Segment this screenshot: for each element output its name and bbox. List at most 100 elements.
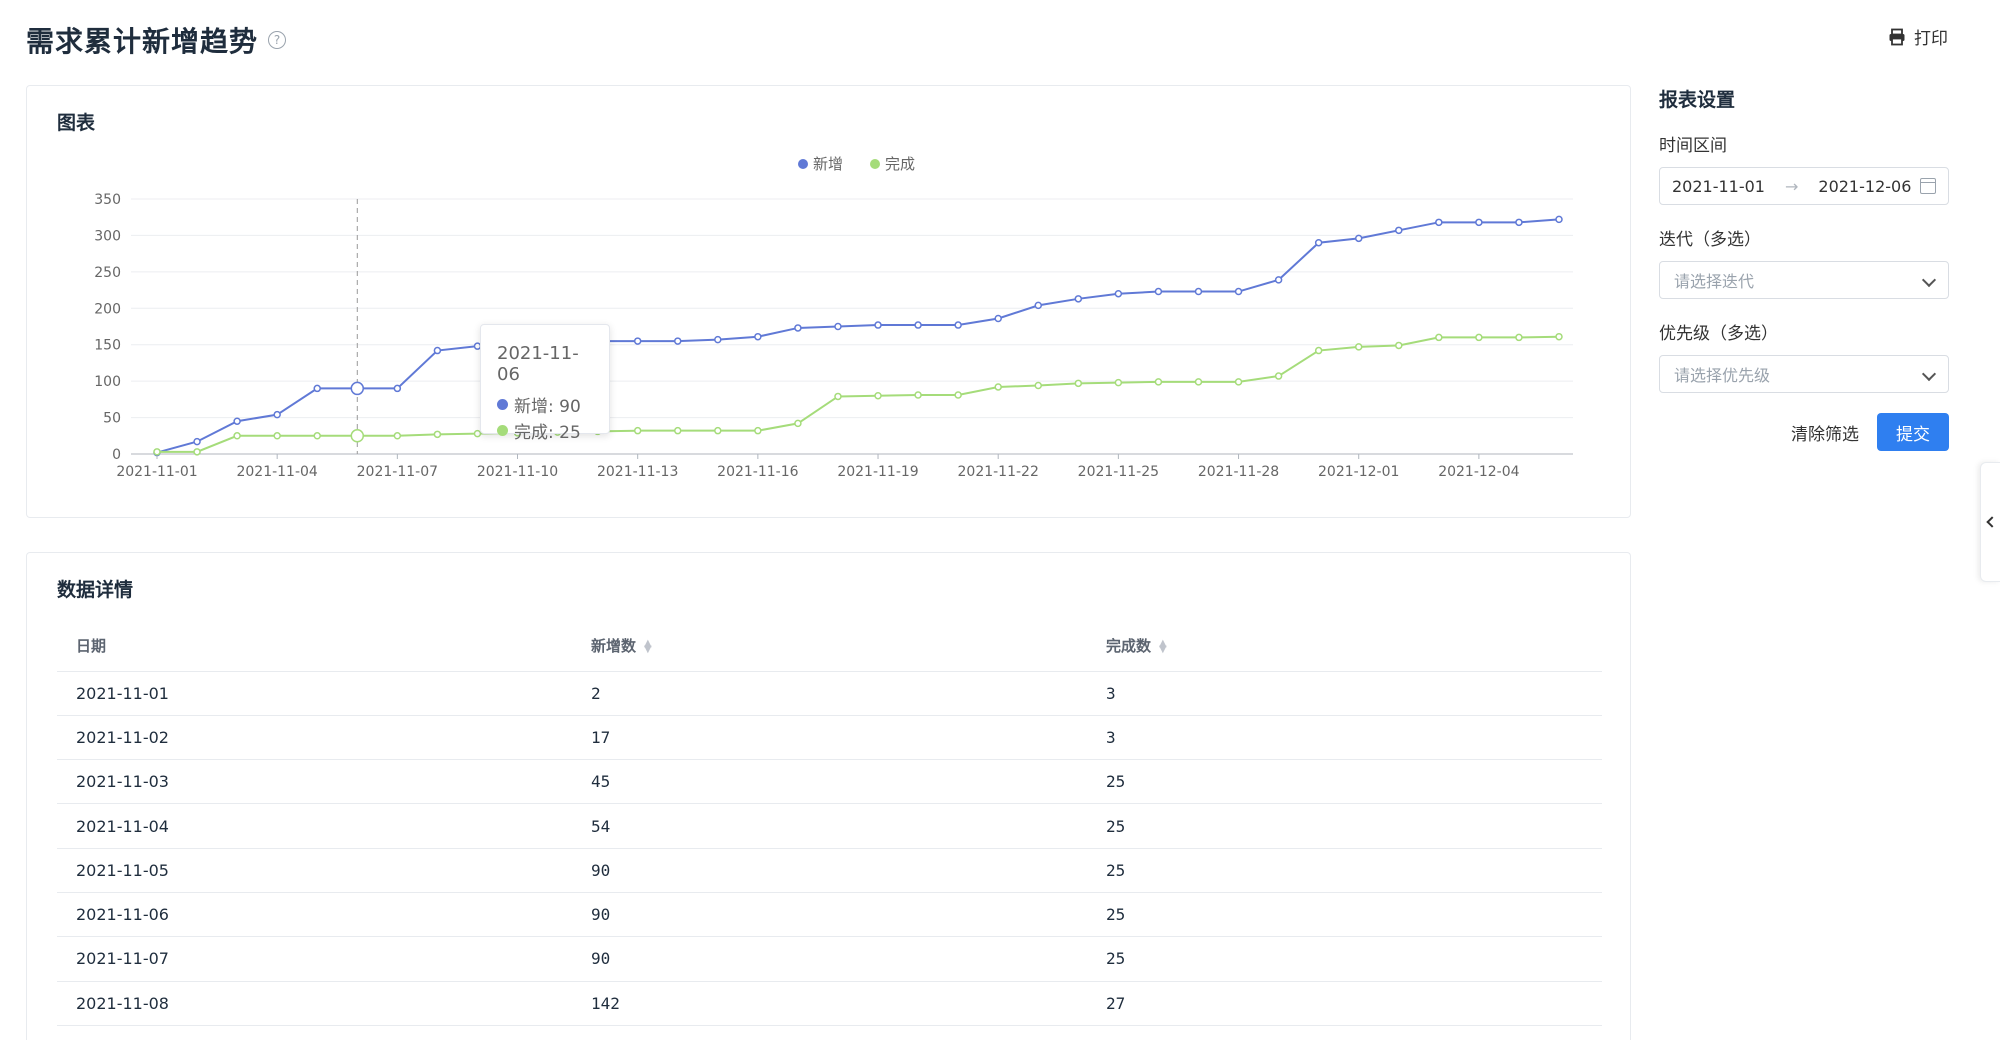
cell-new: 17	[572, 715, 1087, 761]
cell-date: 2021-11-06	[57, 892, 572, 938]
data-point	[433, 430, 442, 439]
trend-chart[interactable]: 0 50 100 150 200 250 300 350 2021-11-01 2021-11-0…	[27, 86, 1632, 519]
data-point	[874, 391, 882, 400]
column-header-new[interactable]: 新增数 ▲ ▼	[572, 621, 1087, 672]
cell-done: 28	[1087, 1025, 1602, 1040]
y-tick-label: 200	[94, 301, 121, 317]
x-tick-label: 2021-11-19	[837, 464, 918, 480]
data-point	[1074, 379, 1083, 388]
data-point	[350, 429, 365, 443]
data-point	[433, 346, 442, 355]
sort-icon[interactable]: ▲ ▼	[644, 638, 652, 654]
y-tick-label: 150	[94, 338, 121, 354]
table-row: 2021-11-0914828	[57, 1025, 1602, 1040]
cell-new: 2	[572, 671, 1087, 716]
calendar-icon[interactable]	[1920, 178, 1936, 194]
x-tick-label: 2021-11-16	[717, 464, 798, 480]
data-point	[193, 437, 201, 446]
x-tick-label: 2021-11-10	[477, 464, 558, 480]
cell-date: 2021-11-05	[57, 848, 572, 893]
data-point	[714, 335, 722, 344]
column-header-date: 日期	[57, 621, 572, 672]
data-point	[1194, 378, 1203, 386]
x-tick-label: 2021-11-04	[236, 464, 317, 480]
report-settings-panel: 报表设置 时间区间 2021-11-01 → 2021-12-06 迭代（多选）…	[1659, 85, 1949, 451]
cell-new: 90	[572, 892, 1087, 938]
data-point	[1395, 226, 1403, 235]
priority-select[interactable]: 请选择优先级	[1659, 355, 1949, 393]
arrow-right-icon: →	[1784, 176, 1799, 196]
settings-title: 报表设置	[1659, 89, 1736, 111]
x-tick-label: 2021-11-28	[1198, 464, 1279, 480]
data-point	[754, 426, 762, 435]
data-point	[834, 392, 842, 401]
data-point	[393, 432, 402, 440]
help-icon[interactable]: ?	[268, 31, 287, 49]
data-point	[1354, 343, 1363, 351]
data-point	[193, 448, 201, 456]
chevron-down-icon	[1921, 366, 1937, 382]
y-tick-label: 250	[94, 265, 121, 281]
tooltip-row-done: 完成: 25	[497, 417, 593, 443]
data-point	[1555, 215, 1563, 224]
iteration-label: 迭代（多选）	[1659, 230, 1761, 250]
data-point	[1395, 341, 1403, 350]
column-header-done[interactable]: 完成数 ▲ ▼	[1087, 621, 1602, 672]
tooltip-value-done: 完成: 25	[514, 422, 581, 443]
data-point	[1475, 333, 1483, 342]
settings-actions: 清除筛选 提交	[1659, 413, 1949, 451]
data-point	[1114, 378, 1123, 387]
cell-new: 148	[572, 1025, 1087, 1040]
data-point	[393, 384, 402, 393]
cell-date: 2021-11-08	[57, 981, 572, 1026]
tooltip-dot-done	[497, 424, 508, 436]
series-line-1	[157, 335, 1560, 453]
page-title: 需求累计新增趋势	[26, 25, 259, 58]
cell-done: 25	[1087, 803, 1602, 849]
y-tick-label: 100	[94, 374, 121, 390]
data-point	[313, 432, 321, 440]
legend-marker	[798, 159, 808, 169]
cell-done: 3	[1087, 715, 1602, 761]
iteration-select[interactable]: 请选择迭代	[1659, 261, 1949, 299]
cell-done: 25	[1087, 848, 1602, 893]
data-point	[1475, 218, 1483, 227]
end-date-input[interactable]: 2021-12-06	[1818, 177, 1911, 196]
sort-icon[interactable]: ▲ ▼	[1159, 638, 1167, 654]
x-tick-label: 2021-12-01	[1318, 464, 1399, 480]
legend-marker	[870, 159, 880, 169]
x-tick-label: 2021-11-07	[357, 464, 438, 480]
x-tick-label: 2021-11-13	[597, 464, 678, 480]
cell-done: 25	[1087, 759, 1602, 805]
data-point	[273, 432, 281, 440]
table-row: 2021-11-01 2 3	[57, 671, 1602, 716]
table-header-row: 日期 新增数 ▲ ▼ 完成数 ▲ ▼	[57, 621, 1602, 672]
y-tick-label: 350	[94, 192, 121, 208]
data-point	[673, 337, 682, 345]
data-point	[673, 426, 682, 435]
data-point	[233, 417, 241, 425]
collapse-panel-tab[interactable]	[1980, 462, 2000, 582]
table-row: 2021-11-07 90 25	[57, 936, 1602, 982]
data-point	[1234, 378, 1243, 386]
data-point	[1074, 295, 1083, 303]
data-point	[1515, 218, 1523, 227]
submit-button[interactable]: 提交	[1877, 413, 1949, 451]
data-point	[1274, 372, 1283, 380]
data-point	[1194, 287, 1203, 296]
page-header: 需求累计新增趋势 ?	[26, 18, 287, 62]
table-row: 2021-11-08 142 27	[57, 981, 1602, 1026]
data-point	[273, 410, 281, 419]
start-date-input[interactable]: 2021-11-01	[1672, 177, 1765, 196]
clear-filter-button[interactable]: 清除筛选	[1791, 420, 1859, 445]
data-point	[313, 384, 321, 393]
table-row: 2021-11-06 90 25	[57, 892, 1602, 938]
cell-done: 25	[1087, 936, 1602, 982]
data-point	[794, 324, 802, 332]
priority-label: 优先级（多选）	[1659, 324, 1778, 344]
date-range-picker[interactable]: 2021-11-01 → 2021-12-06	[1659, 167, 1949, 205]
data-point	[1034, 381, 1043, 390]
print-button[interactable]: 打印	[1888, 24, 1948, 49]
x-tick-label: 2021-11-25	[1078, 464, 1159, 480]
y-tick-label: 300	[94, 228, 121, 244]
